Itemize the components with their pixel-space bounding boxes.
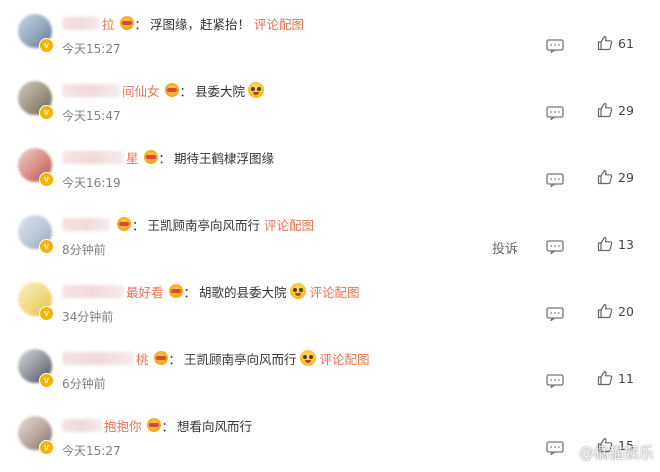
username-redacted	[62, 16, 100, 30]
username-text: 最好看	[126, 284, 164, 300]
comment-item: v ：王凯顾南亭向风而行 评论配图 8分钟前 投诉 13	[0, 205, 660, 271]
comment-text: 想看向风而行	[177, 418, 253, 434]
comment-time: 今天15:47	[62, 109, 121, 123]
username-text: 星	[126, 150, 139, 166]
report-button[interactable]: 投诉	[492, 238, 518, 257]
comment-time: 8分钟前	[62, 243, 106, 257]
username-text: 抱抱你	[104, 418, 142, 434]
colon: ：	[134, 16, 148, 32]
comment-text: 王凯顾南亭向风而行	[147, 217, 261, 233]
comment-image-link[interactable]: 评论配图	[320, 349, 370, 368]
thumbs-up-icon[interactable]	[597, 236, 613, 252]
username-redacted	[62, 218, 110, 231]
verified-badge-icon: v	[39, 239, 54, 254]
comment-image-link[interactable]: 评论配图	[264, 215, 314, 234]
comment-reply-icon[interactable]	[546, 105, 564, 121]
comment-item: v 桃 ：王凯顾南亭向风而行 评论配图 6分钟前 11	[0, 339, 660, 405]
fan-badge-icon	[117, 217, 131, 231]
thumbs-up-icon[interactable]	[597, 303, 613, 319]
comment-text: 期待王鹤棣浮图缘	[174, 150, 275, 166]
verified-badge-icon: v	[39, 105, 54, 120]
comment-reply-icon[interactable]	[546, 38, 564, 54]
username-redacted	[62, 83, 120, 97]
colon: ：	[132, 217, 145, 233]
thumbs-up-icon[interactable]	[597, 169, 613, 185]
comment-reply-icon[interactable]	[546, 172, 564, 188]
like-count: 29	[618, 169, 634, 185]
emoji-icon	[289, 283, 306, 299]
emoji-icon	[299, 350, 316, 366]
username-text: 间仙女	[122, 83, 160, 99]
colon: ：	[168, 351, 182, 367]
username-link[interactable]: 间仙女	[62, 81, 160, 100]
watermark: @橘猫娱乐	[578, 444, 654, 462]
thumbs-up-icon[interactable]	[597, 102, 613, 118]
comment-time: 今天15:27	[62, 42, 121, 56]
comment-time: 今天16:19	[62, 176, 121, 190]
username-link[interactable]: 抱抱你	[62, 416, 142, 435]
username-redacted	[62, 351, 134, 365]
like-count: 13	[618, 236, 634, 252]
username-link[interactable]: 最好看	[62, 282, 164, 301]
comment-image-link[interactable]: 评论配图	[254, 14, 304, 33]
fan-badge-icon	[119, 16, 134, 30]
colon: ：	[179, 83, 193, 99]
colon: ：	[158, 150, 172, 166]
comment-time: 34分钟前	[62, 310, 114, 324]
username-redacted	[62, 284, 124, 298]
verified-badge-icon: v	[39, 38, 54, 53]
comment-time: 6分钟前	[62, 377, 106, 391]
like-count: 61	[618, 35, 634, 51]
like-button[interactable]: 29	[597, 102, 634, 118]
comment-reply-icon[interactable]	[546, 373, 564, 389]
fan-badge-icon	[164, 83, 179, 97]
username-text: 拉	[102, 16, 115, 32]
emoji-icon	[248, 82, 265, 98]
comment-item: v 间仙女 ：县委大院今天15:47 29	[0, 71, 660, 137]
colon: ：	[183, 284, 197, 300]
fan-badge-icon	[153, 351, 168, 365]
username-link[interactable]	[62, 216, 112, 232]
username-text: 桃	[136, 351, 149, 367]
like-button[interactable]: 29	[597, 169, 634, 185]
like-button[interactable]: 20	[597, 303, 634, 319]
comment-image-link[interactable]: 评论配图	[310, 282, 360, 301]
comment-reply-icon[interactable]	[546, 239, 564, 255]
username-link[interactable]: 桃	[62, 349, 149, 368]
like-count: 11	[618, 370, 634, 386]
comment-text: 县委大院	[195, 83, 246, 99]
comment-item: v 最好看 ：胡歌的县委大院 评论配图 34分钟前 20	[0, 272, 660, 338]
fan-badge-icon	[143, 150, 158, 164]
comment-time: 今天15:27	[62, 444, 121, 458]
verified-badge-icon: v	[39, 373, 54, 388]
verified-badge-icon: v	[39, 172, 54, 187]
like-button[interactable]: 13	[597, 236, 634, 252]
comment-text: 胡歌的县委大院	[199, 284, 287, 300]
comment-reply-icon[interactable]	[546, 440, 564, 456]
comment-item: v 抱抱你：想看向风而行 今天15:27 15	[0, 406, 660, 472]
comment-reply-icon[interactable]	[546, 306, 564, 322]
verified-badge-icon: v	[39, 440, 54, 455]
comment-item: v 拉 ：浮图缘，赶紧抬！ 评论配图今天15:27 61	[0, 4, 660, 70]
like-count: 29	[618, 102, 634, 118]
fan-badge-icon	[146, 418, 161, 432]
like-button[interactable]: 61	[597, 35, 634, 51]
username-link[interactable]: 星	[62, 148, 139, 167]
username-link[interactable]: 拉	[62, 14, 115, 33]
comment-item: v 星 ：期待王鹤棣浮图缘今天16:19 29	[0, 138, 660, 204]
like-count: 20	[618, 303, 634, 319]
username-redacted	[62, 418, 102, 432]
thumbs-up-icon[interactable]	[597, 35, 613, 51]
verified-badge-icon: v	[39, 306, 54, 321]
comment-text: 浮图缘，赶紧抬！	[150, 16, 251, 32]
thumbs-up-icon[interactable]	[597, 370, 613, 386]
fan-badge-icon	[168, 284, 183, 298]
colon: ：	[161, 418, 175, 434]
comment-text: 王凯顾南亭向风而行	[184, 351, 297, 367]
username-redacted	[62, 150, 124, 164]
like-button[interactable]: 11	[597, 370, 634, 386]
